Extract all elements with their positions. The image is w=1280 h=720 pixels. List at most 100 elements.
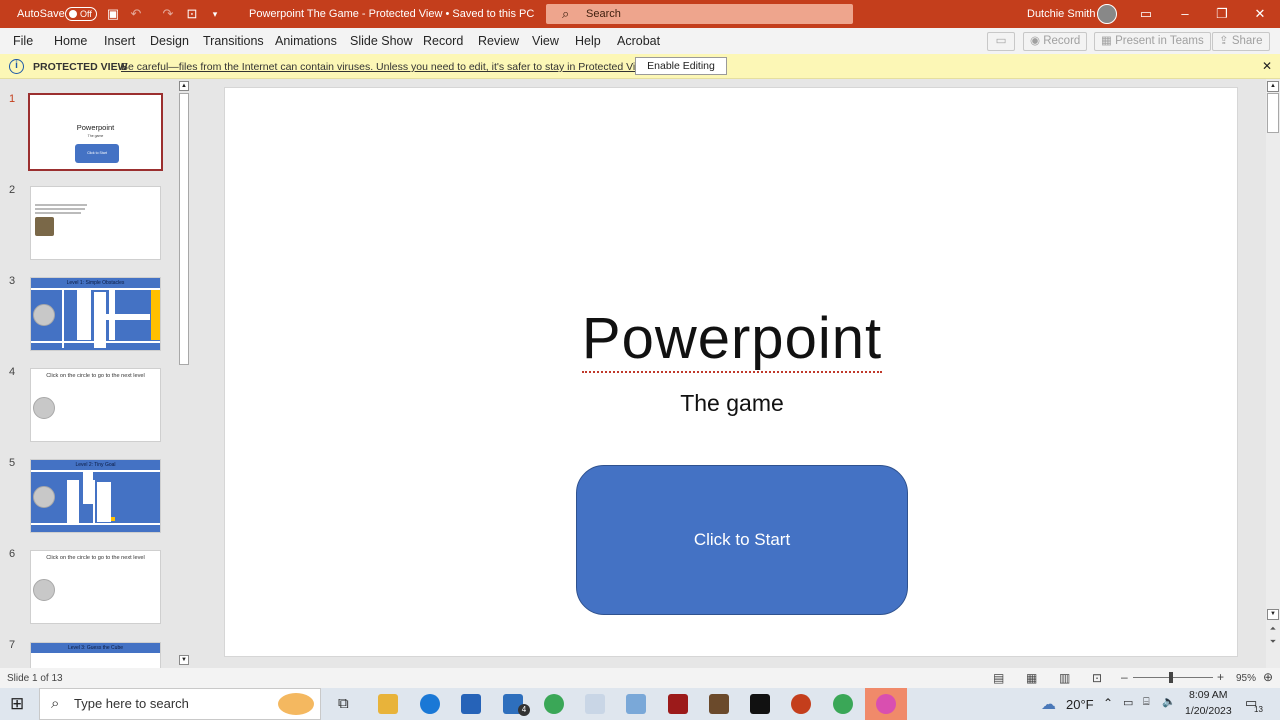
game-icon[interactable] (709, 694, 729, 714)
thumb-caption: Click on the circle to go to the next le… (46, 555, 145, 561)
thumb-title: Level 3: Guess the Cube (31, 643, 160, 653)
chevron-up-icon[interactable]: ⌃ (1103, 696, 1113, 710)
record-button[interactable]: ◉ Record (1023, 32, 1088, 51)
customize-toolbar-icon[interactable]: ▾ (207, 6, 223, 22)
teams-icon: ▦ (1101, 35, 1116, 47)
tab-design[interactable]: Design (150, 34, 189, 48)
status-bar: Slide 1 of 13 ▤ ▦ ▥ ⊡ – + 95% ⊕ (0, 668, 1280, 688)
zoom-level[interactable]: 95% (1236, 673, 1256, 684)
edge-icon[interactable] (420, 694, 440, 714)
undo-icon[interactable]: ↶ (128, 6, 144, 22)
present-in-teams-button[interactable]: ▦ Present in Teams (1094, 32, 1211, 51)
slide-thumbnail-5[interactable]: Level 2: Tiny Goal (30, 459, 161, 533)
weather-icon[interactable]: ☁ (1041, 695, 1056, 713)
enable-editing-button[interactable]: Enable Editing (635, 57, 727, 75)
slide-sorter-icon[interactable]: ▥ (1059, 671, 1070, 685)
chrome-icon[interactable] (833, 694, 853, 714)
thumb-button: Click to Start (75, 144, 119, 163)
chrome-profile-icon[interactable] (876, 694, 896, 714)
search-box[interactable]: ⌕ Search (546, 4, 853, 24)
scroll-up-icon[interactable]: ▲ (179, 81, 189, 91)
taskbar-search-box[interactable]: ⌕ Type here to search (39, 688, 321, 720)
panel-scrollbar[interactable]: ▲ ▼ (178, 79, 190, 668)
user-name[interactable]: Dutchie Smith (1027, 8, 1095, 20)
share-label: Share (1231, 35, 1263, 47)
scroll-thumb[interactable] (1267, 93, 1279, 133)
windows-start-icon[interactable]: ⊞ (10, 694, 24, 714)
battery-icon[interactable]: ▭ (1123, 696, 1133, 709)
slide-thumbnail-2[interactable] (30, 186, 161, 260)
store-icon[interactable] (461, 694, 481, 714)
click-to-start-button[interactable]: Click to Start (576, 465, 908, 615)
editor-scrollbar[interactable]: ▲ ▼ ⏶ ⏷ (1266, 79, 1280, 668)
tab-file[interactable]: File (13, 34, 33, 48)
slide-title[interactable]: Powerpoint (225, 305, 1239, 373)
present-from-start-icon[interactable]: ⊡ (184, 6, 200, 22)
maximize-button[interactable]: ❐ (1204, 0, 1240, 28)
volume-icon[interactable]: 🔈 (1162, 695, 1176, 708)
maze-path (83, 472, 93, 504)
scroll-down-icon[interactable]: ▼ (179, 655, 189, 665)
reading-view-icon[interactable]: ⊡ (1092, 671, 1102, 685)
zoom-slider[interactable] (1133, 677, 1213, 678)
save-icon[interactable]: ▣ (105, 6, 121, 22)
windows-taskbar: ⊞ ⌕ Type here to search ⧉ 4 ☁ 20°F ⌃ ▭ ⌸… (0, 688, 1280, 720)
slide-thumbnail-6[interactable]: Click on the circle to go to the next le… (30, 550, 161, 624)
redo-icon[interactable]: ↷ (160, 6, 176, 22)
slide-subtitle[interactable]: The game (225, 390, 1239, 417)
tab-home[interactable]: Home (54, 34, 87, 48)
file-explorer-icon[interactable] (378, 694, 398, 714)
game-icon[interactable] (668, 694, 688, 714)
slide-thumbnail-4[interactable]: Click on the circle to go to the next le… (30, 368, 161, 442)
comments-button[interactable]: ▭ (987, 32, 1015, 51)
share-button[interactable]: ⇪ Share (1212, 32, 1270, 51)
ribbon-display-icon[interactable]: ▭ (1128, 0, 1164, 28)
tab-transitions[interactable]: Transitions (203, 34, 264, 48)
thumb-caption: Click on the circle to go to the next le… (46, 373, 145, 379)
chrome-icon[interactable] (544, 694, 564, 714)
minimize-button[interactable]: – (1167, 0, 1203, 28)
scroll-down-icon[interactable]: ▼ (1267, 609, 1279, 620)
app-icon[interactable] (750, 694, 770, 714)
close-icon[interactable]: ✕ (1262, 59, 1272, 73)
normal-view-icon[interactable]: ▦ (1026, 671, 1037, 685)
powerpoint-icon[interactable] (791, 694, 811, 714)
scroll-thumb[interactable] (179, 93, 189, 365)
autosave-toggle[interactable]: Off (65, 7, 97, 21)
close-button[interactable]: ✕ (1242, 0, 1278, 28)
tab-animations[interactable]: Animations (275, 34, 337, 48)
tab-help[interactable]: Help (575, 34, 601, 48)
tab-insert[interactable]: Insert (104, 34, 135, 48)
zoom-out-icon[interactable]: – (1121, 670, 1128, 684)
thumb-circle (33, 397, 55, 419)
fit-slide-icon[interactable]: ⊕ (1263, 670, 1273, 684)
tab-acrobat[interactable]: Acrobat (617, 34, 660, 48)
zoom-in-icon[interactable]: + (1217, 670, 1224, 684)
zoom-slider-handle[interactable] (1169, 672, 1173, 683)
protected-view-bar: i PROTECTED VIEW Be careful—files from t… (0, 54, 1280, 79)
tab-view[interactable]: View (532, 34, 559, 48)
protected-view-message[interactable]: Be careful—files from the Internet can c… (121, 61, 651, 73)
tab-record[interactable]: Record (423, 34, 463, 48)
weather-temp[interactable]: 20°F (1066, 697, 1094, 712)
slide-thumbnail-1[interactable]: Powerpoint The game Click to Start (28, 93, 163, 171)
slide-thumbnail-3[interactable]: Level 1: Simple Obstacles (30, 277, 161, 351)
slide-thumbnail-7[interactable]: Level 3: Guess the Cube (30, 642, 161, 668)
task-view-icon[interactable]: ⧉ (338, 695, 349, 712)
clock-time[interactable]: 8:09 AM (1189, 689, 1228, 701)
app-icon[interactable] (626, 694, 646, 714)
tab-review[interactable]: Review (478, 34, 519, 48)
clock-date[interactable]: 1/20/2023 (1185, 705, 1232, 717)
maze-wall (93, 480, 95, 525)
autosave-state: Off (80, 9, 92, 19)
avatar[interactable] (1097, 4, 1117, 24)
photos-icon[interactable] (585, 694, 605, 714)
network-icon[interactable]: ⌸ (1143, 696, 1150, 709)
tab-slide-show[interactable]: Slide Show (350, 34, 413, 48)
notes-icon[interactable]: ▤ (993, 671, 1004, 685)
next-slide-icon[interactable]: ⏷ (1267, 637, 1279, 648)
slide-editor[interactable]: Powerpoint The game Click to Start (224, 87, 1238, 657)
slide-number: 4 (9, 366, 16, 378)
scroll-up-icon[interactable]: ▲ (1267, 81, 1279, 92)
previous-slide-icon[interactable]: ⏶ (1267, 624, 1279, 635)
